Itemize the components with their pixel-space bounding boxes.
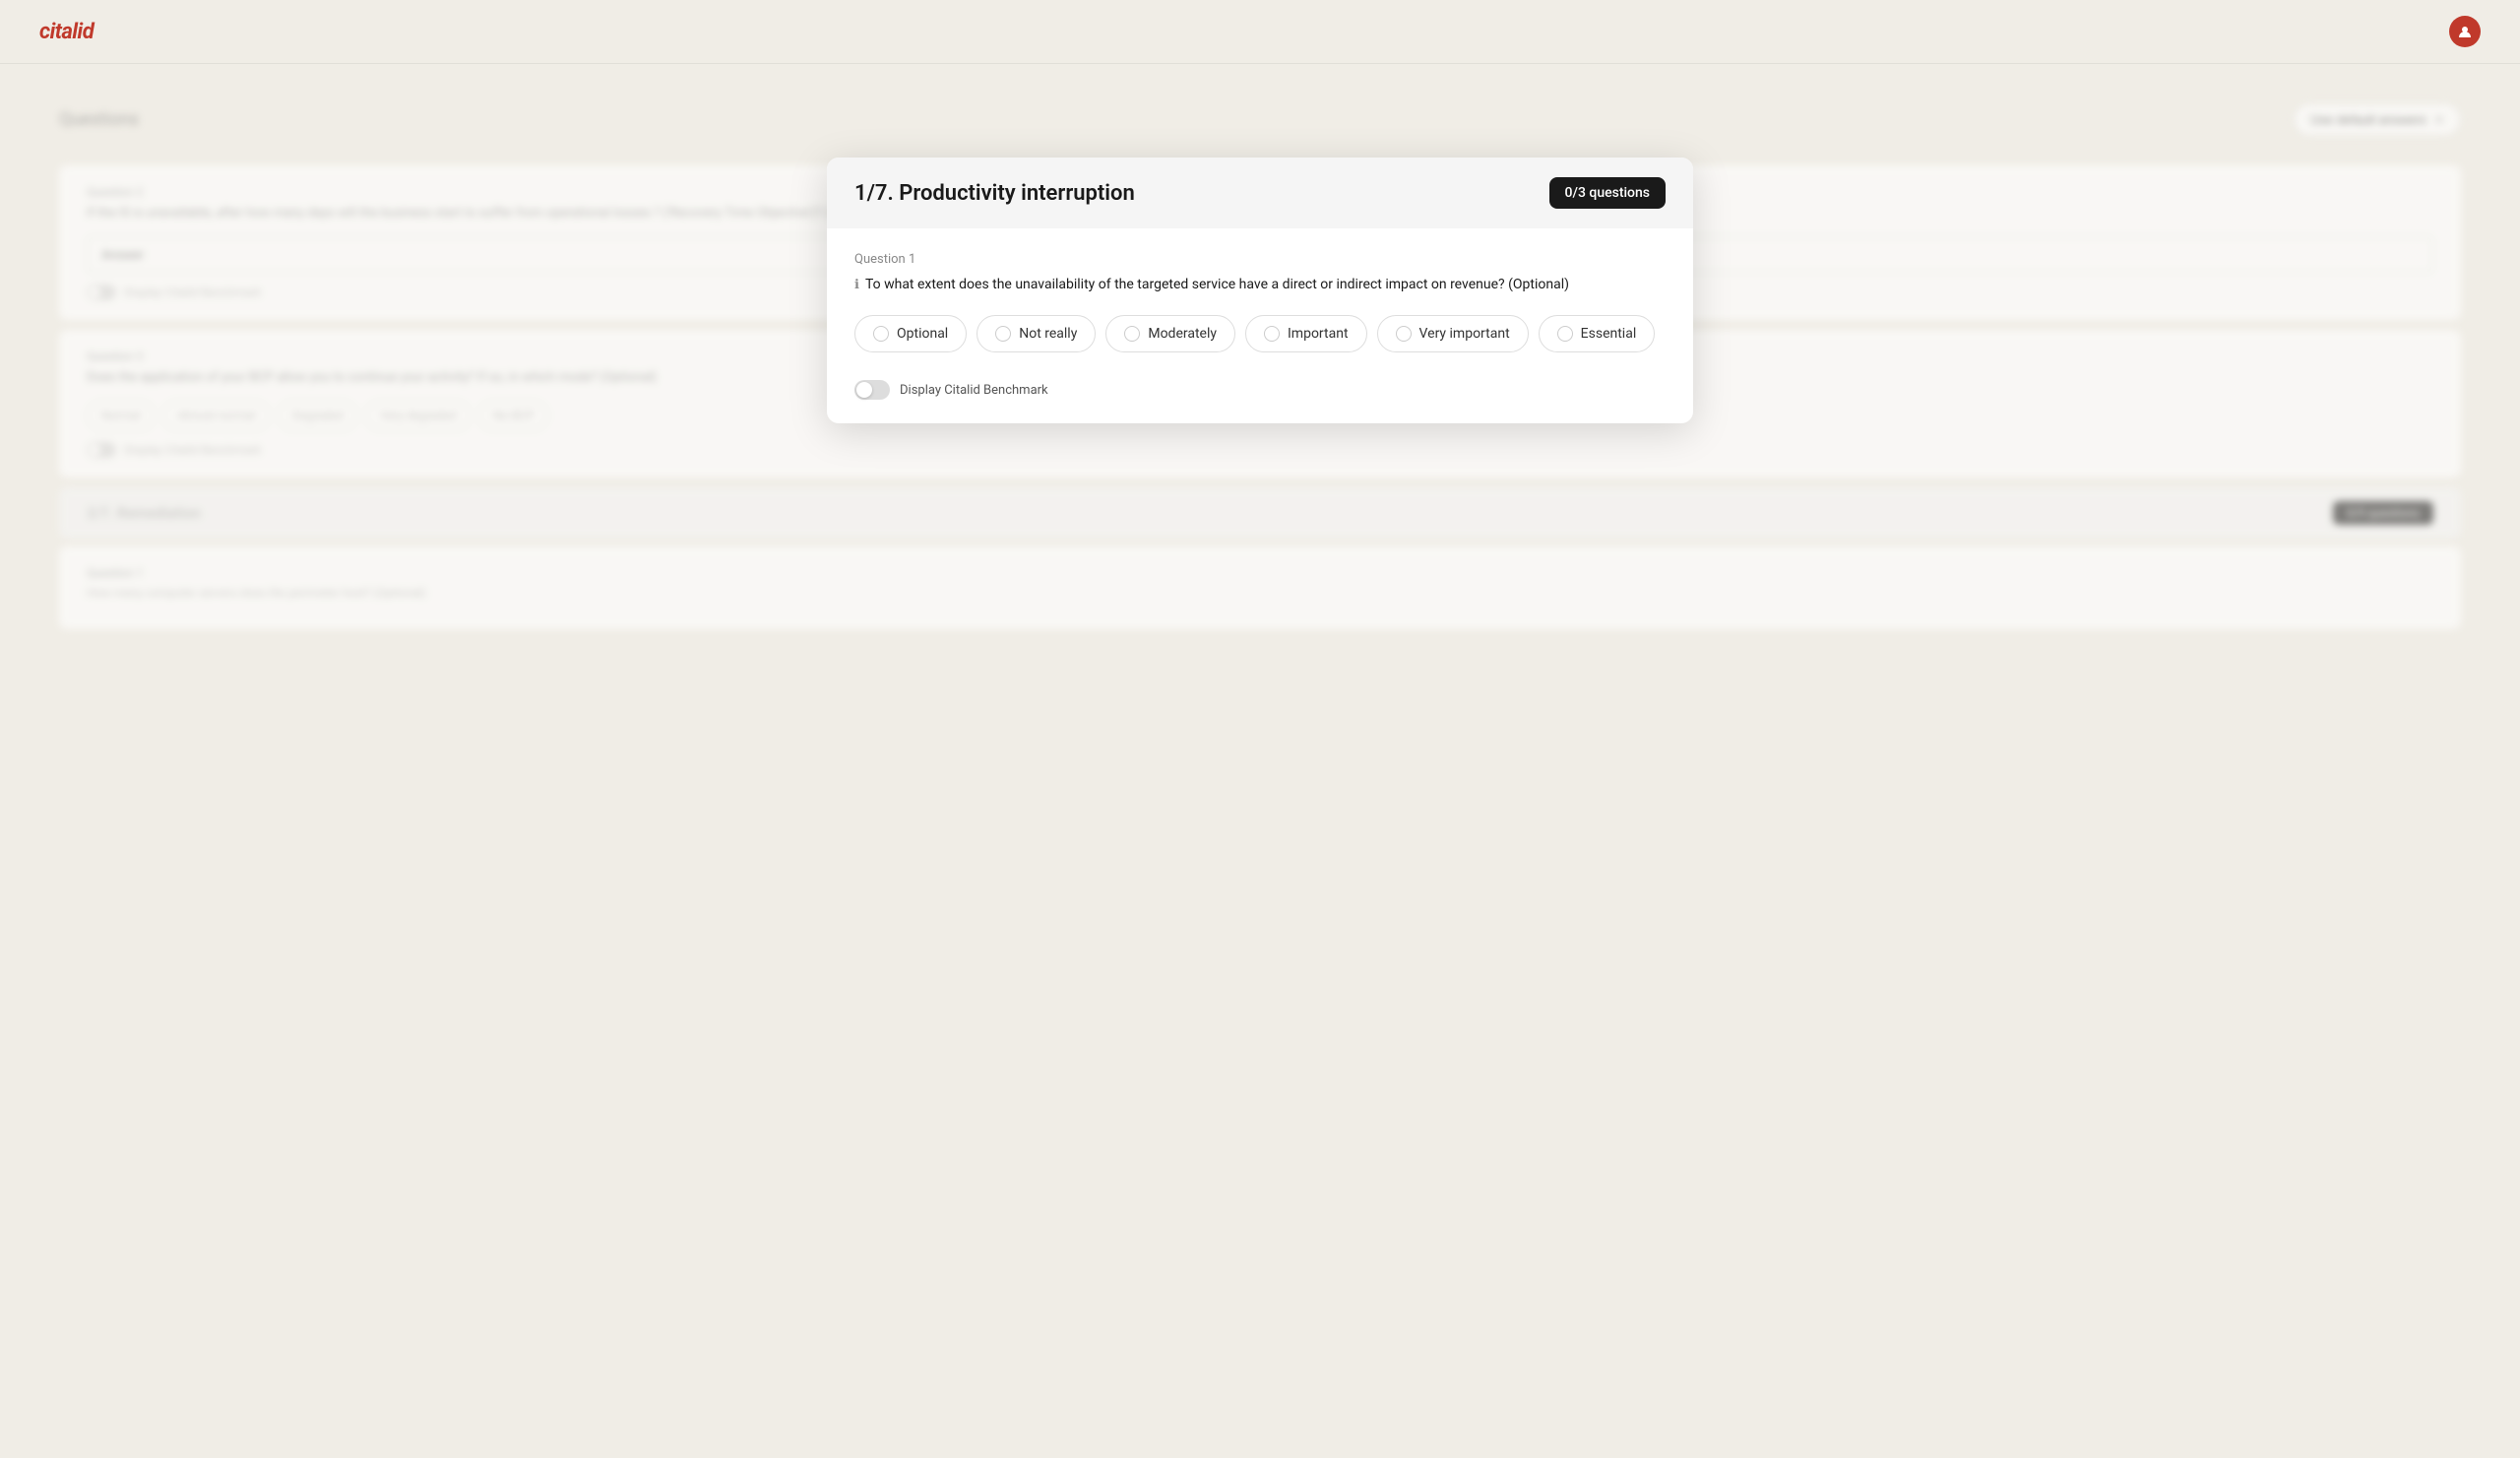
modal-title: 1/7. Productivity interruption (854, 181, 1135, 206)
radio-optional[interactable]: Optional (854, 315, 967, 352)
radio-not-really-label: Not really (1019, 326, 1077, 342)
radio-optional-label: Optional (897, 326, 948, 342)
question1-text-content: To what extent does the unavailability o… (865, 275, 1569, 295)
question1-text: ℹ To what extent does the unavailability… (854, 275, 1666, 295)
modal-header: 1/7. Productivity interruption 0/3 quest… (827, 158, 1693, 228)
radio-essential[interactable]: Essential (1539, 315, 1656, 352)
radio-important[interactable]: Important (1245, 315, 1367, 352)
radio-moderately-label: Moderately (1148, 326, 1217, 342)
modal-overlay: 1/7. Productivity interruption 0/3 quest… (0, 0, 2520, 1458)
questions-badge: 0/3 questions (1549, 177, 1666, 209)
radio-circle-very-important (1396, 326, 1412, 342)
modal-card: 1/7. Productivity interruption 0/3 quest… (827, 158, 1693, 423)
toggle-row: Display Citalid Benchmark (854, 376, 1666, 400)
radio-circle-optional (873, 326, 889, 342)
radio-very-important[interactable]: Very important (1377, 315, 1529, 352)
radio-group: Optional Not really Moderately Important… (854, 315, 1666, 352)
radio-moderately[interactable]: Moderately (1105, 315, 1235, 352)
benchmark-toggle[interactable] (854, 380, 890, 400)
radio-circle-not-really (995, 326, 1011, 342)
radio-important-label: Important (1288, 326, 1349, 342)
radio-circle-essential (1557, 326, 1573, 342)
radio-circle-important (1264, 326, 1280, 342)
radio-essential-label: Essential (1581, 326, 1637, 342)
radio-circle-moderately (1124, 326, 1140, 342)
radio-not-really[interactable]: Not really (976, 315, 1096, 352)
toggle-knob (856, 382, 872, 398)
question1-label: Question 1 (854, 252, 1666, 267)
modal-body: Question 1 ℹ To what extent does the una… (827, 228, 1693, 423)
toggle-label: Display Citalid Benchmark (900, 383, 1048, 398)
radio-very-important-label: Very important (1419, 326, 1510, 342)
info-icon: ℹ (854, 276, 859, 295)
